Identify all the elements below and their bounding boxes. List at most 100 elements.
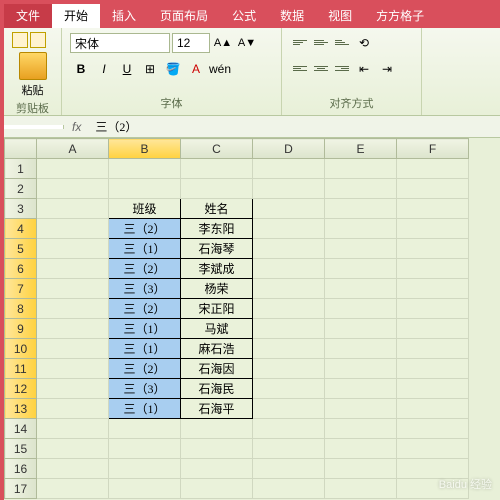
cell[interactable] xyxy=(397,279,469,299)
cell[interactable] xyxy=(397,419,469,439)
cell[interactable] xyxy=(397,199,469,219)
row-header[interactable]: 6 xyxy=(5,259,37,279)
cell[interactable] xyxy=(37,279,109,299)
cell[interactable]: 三（2） xyxy=(109,359,181,379)
tab-view[interactable]: 视图 xyxy=(316,4,364,28)
cell[interactable]: 姓名 xyxy=(181,199,253,219)
cell[interactable] xyxy=(253,439,325,459)
cell[interactable] xyxy=(325,239,397,259)
cell[interactable] xyxy=(325,379,397,399)
font-size-select[interactable] xyxy=(172,33,210,53)
row-header[interactable]: 5 xyxy=(5,239,37,259)
col-header-f[interactable]: F xyxy=(397,139,469,159)
cell[interactable]: 三（1） xyxy=(109,319,181,339)
cell[interactable] xyxy=(181,159,253,179)
cell[interactable] xyxy=(253,179,325,199)
cell[interactable] xyxy=(109,479,181,499)
row-header[interactable]: 7 xyxy=(5,279,37,299)
tab-home[interactable]: 开始 xyxy=(52,4,100,28)
row-header[interactable]: 17 xyxy=(5,479,37,499)
cell[interactable] xyxy=(37,359,109,379)
cell[interactable] xyxy=(253,279,325,299)
orientation-button[interactable]: ⟲ xyxy=(353,32,375,54)
cell[interactable] xyxy=(397,299,469,319)
cell[interactable]: 三（2） xyxy=(109,219,181,239)
cell[interactable] xyxy=(37,379,109,399)
cell[interactable] xyxy=(109,419,181,439)
cell[interactable]: 三（1） xyxy=(109,399,181,419)
cell[interactable] xyxy=(253,239,325,259)
cell[interactable] xyxy=(37,219,109,239)
cell[interactable] xyxy=(397,379,469,399)
cell[interactable]: 三（3） xyxy=(109,279,181,299)
cell[interactable] xyxy=(325,259,397,279)
cell[interactable] xyxy=(397,319,469,339)
border-button[interactable]: ⊞ xyxy=(139,58,161,80)
font-color-button[interactable]: A xyxy=(185,58,207,80)
row-header[interactable]: 14 xyxy=(5,419,37,439)
indent-increase-icon[interactable]: ⇥ xyxy=(376,58,398,80)
cell[interactable] xyxy=(325,279,397,299)
cell[interactable] xyxy=(397,339,469,359)
cell[interactable] xyxy=(181,479,253,499)
cell[interactable]: 三（1） xyxy=(109,339,181,359)
cell[interactable] xyxy=(37,159,109,179)
row-header[interactable]: 11 xyxy=(5,359,37,379)
cell[interactable] xyxy=(253,299,325,319)
cell[interactable] xyxy=(397,179,469,199)
cell[interactable]: 杨荣 xyxy=(181,279,253,299)
row-header[interactable]: 13 xyxy=(5,399,37,419)
name-box[interactable] xyxy=(4,125,64,129)
formula-input[interactable]: 三（2） xyxy=(89,116,500,137)
cell[interactable] xyxy=(37,439,109,459)
phonetic-button[interactable]: wén xyxy=(208,58,230,80)
row-header[interactable]: 9 xyxy=(5,319,37,339)
align-center-icon[interactable] xyxy=(311,58,331,78)
cell[interactable]: 李东阳 xyxy=(181,219,253,239)
tab-layout[interactable]: 页面布局 xyxy=(148,4,220,28)
tab-file[interactable]: 文件 xyxy=(4,4,52,28)
align-left-icon[interactable] xyxy=(290,58,310,78)
bold-button[interactable]: B xyxy=(70,58,92,80)
cell[interactable] xyxy=(325,399,397,419)
cell[interactable] xyxy=(325,419,397,439)
col-header-e[interactable]: E xyxy=(325,139,397,159)
align-middle-icon[interactable] xyxy=(311,32,331,52)
cell[interactable] xyxy=(325,179,397,199)
tab-insert[interactable]: 插入 xyxy=(100,4,148,28)
underline-button[interactable]: U xyxy=(116,58,138,80)
cell[interactable] xyxy=(397,219,469,239)
row-header[interactable]: 15 xyxy=(5,439,37,459)
cell[interactable] xyxy=(397,439,469,459)
cell[interactable] xyxy=(181,459,253,479)
cell[interactable] xyxy=(253,199,325,219)
cell[interactable] xyxy=(253,159,325,179)
align-right-icon[interactable] xyxy=(332,58,352,78)
cell[interactable] xyxy=(109,179,181,199)
row-header[interactable]: 4 xyxy=(5,219,37,239)
cell[interactable] xyxy=(37,399,109,419)
cell[interactable] xyxy=(325,479,397,499)
cell[interactable] xyxy=(253,379,325,399)
row-header[interactable]: 1 xyxy=(5,159,37,179)
worksheet[interactable]: A B C D E F 123班级姓名4三（2）李东阳5三（1）石海琴6三（2）… xyxy=(4,138,500,499)
cell[interactable] xyxy=(253,259,325,279)
indent-decrease-icon[interactable]: ⇤ xyxy=(353,58,375,80)
cell[interactable] xyxy=(325,299,397,319)
cell[interactable] xyxy=(325,319,397,339)
row-header[interactable]: 2 xyxy=(5,179,37,199)
cell[interactable]: 石海平 xyxy=(181,399,253,419)
row-header[interactable]: 16 xyxy=(5,459,37,479)
row-header[interactable]: 3 xyxy=(5,199,37,219)
cell[interactable] xyxy=(397,159,469,179)
cell[interactable] xyxy=(325,439,397,459)
row-header[interactable]: 10 xyxy=(5,339,37,359)
cell[interactable] xyxy=(37,459,109,479)
cell[interactable] xyxy=(397,259,469,279)
cell[interactable] xyxy=(397,399,469,419)
cell[interactable]: 李斌成 xyxy=(181,259,253,279)
cell[interactable] xyxy=(325,159,397,179)
font-name-select[interactable] xyxy=(70,33,170,53)
cell[interactable] xyxy=(397,239,469,259)
cell[interactable] xyxy=(325,339,397,359)
